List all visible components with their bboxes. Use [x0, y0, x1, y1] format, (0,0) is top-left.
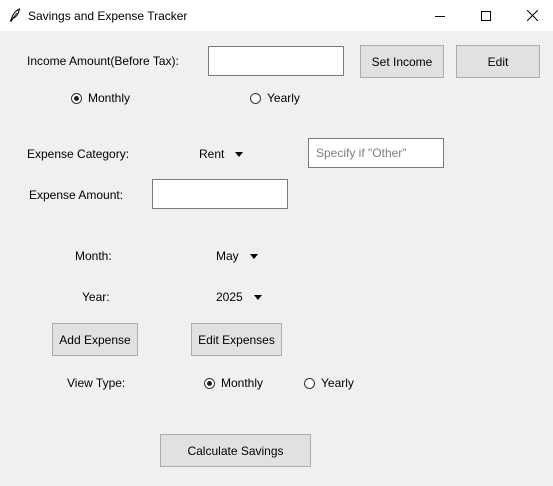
maximize-icon: [481, 10, 491, 21]
income-monthly-label: Monthly: [88, 91, 131, 105]
month-dropdown[interactable]: May: [216, 249, 258, 263]
radio-unselected-icon: [250, 92, 261, 104]
minimize-button[interactable]: [417, 0, 463, 31]
dropdown-arrow-icon: [235, 151, 244, 157]
view-yearly-label: Yearly: [321, 376, 354, 390]
income-monthly-radio[interactable]: Monthly: [71, 91, 130, 105]
expense-amount-input[interactable]: [152, 179, 288, 209]
set-income-button[interactable]: Set Income: [360, 45, 444, 78]
add-expense-button[interactable]: Add Expense: [52, 323, 138, 356]
income-amount-label: Income Amount(Before Tax):: [27, 54, 179, 68]
view-type-label: View Type:: [67, 376, 126, 390]
dropdown-arrow-icon: [249, 253, 258, 259]
dropdown-arrow-icon: [253, 294, 262, 300]
maximize-button[interactable]: [463, 0, 509, 31]
other-category-input[interactable]: [308, 138, 444, 168]
minimize-icon: [435, 15, 445, 17]
view-monthly-label: Monthly: [221, 376, 264, 390]
radio-selected-icon: [71, 92, 82, 104]
edit-income-button[interactable]: Edit: [456, 45, 540, 78]
radio-selected-icon: [204, 377, 215, 389]
feather-icon: [9, 8, 21, 22]
title-bar: Savings and Expense Tracker: [0, 0, 553, 31]
expense-amount-label: Expense Amount:: [29, 188, 124, 202]
income-yearly-label: Yearly: [267, 91, 300, 105]
view-monthly-radio[interactable]: Monthly: [204, 376, 263, 390]
income-amount-input[interactable]: [208, 46, 344, 76]
calculate-savings-button[interactable]: Calculate Savings: [160, 434, 311, 467]
view-yearly-radio[interactable]: Yearly: [304, 376, 354, 390]
close-button[interactable]: [509, 0, 553, 31]
window-title: Savings and Expense Tracker: [28, 9, 188, 23]
month-label: Month:: [75, 249, 112, 263]
close-icon: [526, 10, 538, 21]
year-dropdown[interactable]: 2025: [216, 290, 262, 304]
income-yearly-radio[interactable]: Yearly: [250, 91, 300, 105]
year-label: Year:: [82, 290, 110, 304]
radio-unselected-icon: [304, 377, 315, 389]
edit-expenses-button[interactable]: Edit Expenses: [191, 323, 282, 356]
year-value: 2025: [216, 290, 243, 304]
expense-category-value: Rent: [199, 147, 225, 161]
month-value: May: [216, 249, 239, 263]
expense-category-dropdown[interactable]: Rent: [199, 147, 244, 161]
expense-category-label: Expense Category:: [27, 147, 130, 161]
